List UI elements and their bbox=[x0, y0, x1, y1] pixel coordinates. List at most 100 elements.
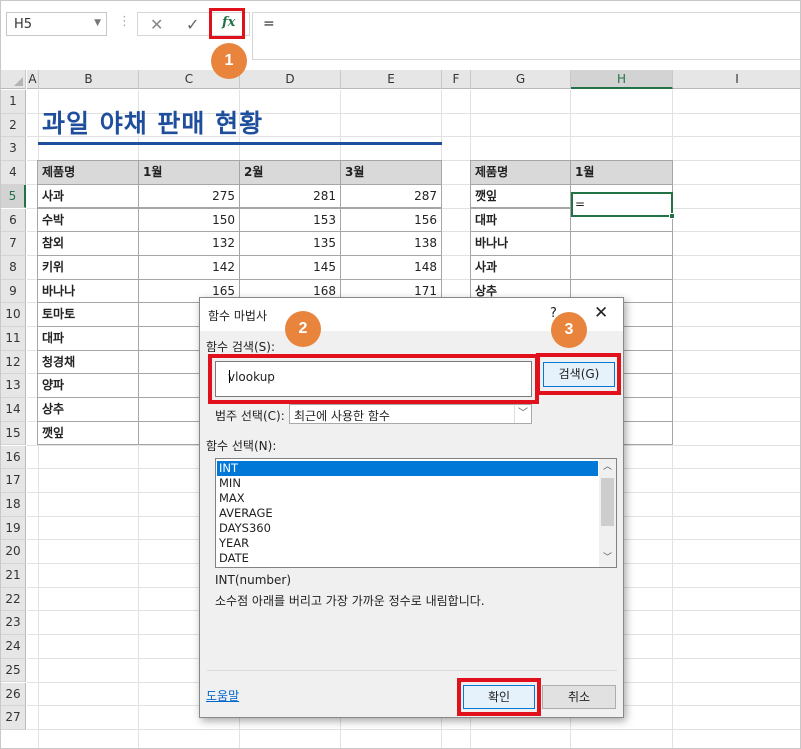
column-header-f[interactable]: F bbox=[442, 70, 471, 89]
row-header-14[interactable]: 14 bbox=[1, 398, 26, 422]
table-cell[interactable]: 바나나 bbox=[470, 231, 571, 256]
list-item[interactable]: MAX bbox=[217, 491, 598, 506]
table-cell[interactable]: 수박 bbox=[37, 207, 139, 233]
table-cell[interactable]: 142 bbox=[138, 254, 240, 280]
table-header-cell[interactable]: 1월 bbox=[570, 160, 673, 185]
name-box[interactable]: H5 ▼ bbox=[6, 12, 107, 36]
active-cell-h5[interactable]: = bbox=[571, 192, 675, 219]
row-header-23[interactable]: 23 bbox=[1, 611, 26, 636]
table-header-cell[interactable]: 제품명 bbox=[470, 160, 571, 185]
table-cell[interactable]: 상추 bbox=[37, 397, 139, 422]
cancel-button[interactable]: 취소 bbox=[542, 685, 616, 709]
column-header-d[interactable]: D bbox=[240, 70, 341, 89]
cancel-icon[interactable]: ✕ bbox=[150, 15, 163, 34]
table-cell[interactable] bbox=[570, 254, 673, 280]
enter-check-icon[interactable]: ✓ bbox=[186, 15, 199, 34]
table-header-cell[interactable]: 2월 bbox=[239, 160, 341, 185]
table-header-cell[interactable]: 제품명 bbox=[37, 160, 139, 185]
table-cell[interactable]: 깻잎 bbox=[470, 183, 571, 209]
chevron-down-icon[interactable]: ﹀ bbox=[514, 405, 531, 423]
table-cell[interactable]: 287 bbox=[340, 183, 442, 209]
row-header-17[interactable]: 17 bbox=[1, 469, 26, 493]
category-select[interactable]: 최근에 사용한 함수 ﹀ bbox=[289, 404, 532, 424]
list-item[interactable]: INT bbox=[217, 461, 598, 476]
row-header-27[interactable]: 27 bbox=[1, 706, 26, 730]
row-header-11[interactable]: 11 bbox=[1, 327, 26, 351]
table-cell[interactable]: 대파 bbox=[470, 207, 571, 233]
row-header-24[interactable]: 24 bbox=[1, 635, 26, 659]
row-header-15[interactable]: 15 bbox=[1, 421, 26, 446]
table-cell[interactable]: 145 bbox=[239, 254, 341, 280]
row-header-5[interactable]: 5 bbox=[1, 184, 26, 209]
table-cell[interactable]: 148 bbox=[340, 254, 442, 280]
row-header-1[interactable]: 1 bbox=[1, 90, 26, 114]
list-item[interactable]: DAYS360 bbox=[217, 521, 598, 536]
row-header-18[interactable]: 18 bbox=[1, 492, 26, 517]
scroll-up-icon[interactable]: ︿ bbox=[599, 459, 616, 476]
table-cell[interactable]: 사과 bbox=[470, 254, 571, 280]
row-header-8[interactable]: 8 bbox=[1, 255, 26, 280]
table-cell[interactable]: 키위 bbox=[37, 254, 139, 280]
fill-handle[interactable] bbox=[669, 213, 675, 219]
list-item[interactable]: DATE bbox=[217, 551, 598, 566]
table-header-cell[interactable]: 1월 bbox=[138, 160, 240, 185]
row-header-20[interactable]: 20 bbox=[1, 540, 26, 564]
table-cell[interactable]: 135 bbox=[239, 231, 341, 256]
row-header-19[interactable]: 19 bbox=[1, 516, 26, 541]
column-header-h[interactable]: H bbox=[571, 70, 673, 89]
table-header-cell[interactable]: 3월 bbox=[340, 160, 442, 185]
table-cell[interactable]: 토마토 bbox=[37, 302, 139, 327]
table-cell[interactable]: 사과 bbox=[37, 183, 139, 209]
row-header-10[interactable]: 10 bbox=[1, 303, 26, 327]
table-cell[interactable]: 바나나 bbox=[37, 278, 139, 304]
table-cell[interactable]: 156 bbox=[340, 207, 442, 233]
function-description: 소수점 아래를 버리고 가장 가까운 정수로 내림합니다. bbox=[215, 594, 485, 608]
row-header-22[interactable]: 22 bbox=[1, 587, 26, 612]
table-cell[interactable]: 청경채 bbox=[37, 349, 139, 375]
row-header-7[interactable]: 7 bbox=[1, 232, 26, 256]
list-item[interactable]: AVERAGE bbox=[217, 506, 598, 521]
row-header-2[interactable]: 2 bbox=[1, 113, 26, 138]
column-header-g[interactable]: G bbox=[471, 70, 571, 89]
row-header-25[interactable]: 25 bbox=[1, 658, 26, 683]
help-link[interactable]: 도움말 bbox=[206, 687, 239, 704]
row-header-13[interactable]: 13 bbox=[1, 374, 26, 399]
gridline bbox=[27, 728, 800, 730]
select-all-corner[interactable] bbox=[1, 70, 26, 89]
table-cell[interactable]: 참외 bbox=[37, 231, 139, 256]
more-options-icon[interactable]: ⋮ bbox=[118, 14, 131, 29]
table-cell[interactable]: 대파 bbox=[37, 326, 139, 351]
step-badge-2: 2 bbox=[285, 311, 321, 347]
column-header-i[interactable]: I bbox=[673, 70, 800, 89]
function-listbox[interactable]: INT MIN MAX AVERAGE DAYS360 YEAR DATE ︿ ﹀ bbox=[215, 458, 617, 568]
table-cell[interactable] bbox=[570, 231, 673, 256]
list-item[interactable]: YEAR bbox=[217, 536, 598, 551]
table-cell[interactable]: 깻잎 bbox=[37, 420, 139, 446]
table-cell[interactable]: 132 bbox=[138, 231, 240, 256]
table-cell[interactable]: 양파 bbox=[37, 373, 139, 399]
table-cell[interactable]: 275 bbox=[138, 183, 240, 209]
row-header-9[interactable]: 9 bbox=[1, 279, 26, 304]
column-header-e[interactable]: E bbox=[341, 70, 442, 89]
table-cell[interactable]: 150 bbox=[138, 207, 240, 233]
row-header-12[interactable]: 12 bbox=[1, 350, 26, 375]
table-cell[interactable]: 281 bbox=[239, 183, 341, 209]
table-cell[interactable]: 138 bbox=[340, 231, 442, 256]
highlight-box-ok bbox=[457, 678, 541, 716]
column-header-a[interactable]: A bbox=[27, 70, 39, 89]
row-header-6[interactable]: 6 bbox=[1, 208, 26, 233]
row-header-16[interactable]: 16 bbox=[1, 445, 26, 470]
scroll-thumb[interactable] bbox=[601, 478, 614, 526]
column-header-b[interactable]: B bbox=[39, 70, 139, 89]
formula-input[interactable]: = bbox=[252, 12, 800, 60]
table-cell[interactable]: 153 bbox=[239, 207, 341, 233]
row-header-21[interactable]: 21 bbox=[1, 564, 26, 588]
row-header-26[interactable]: 26 bbox=[1, 682, 26, 707]
close-icon[interactable]: ✕ bbox=[594, 303, 608, 323]
list-item[interactable]: MIN bbox=[217, 476, 598, 491]
row-header-4[interactable]: 4 bbox=[1, 161, 26, 185]
row-header-3[interactable]: 3 bbox=[1, 137, 26, 162]
scrollbar[interactable]: ︿ ﹀ bbox=[599, 459, 616, 567]
chevron-down-icon[interactable]: ▼ bbox=[94, 18, 101, 28]
scroll-down-icon[interactable]: ﹀ bbox=[599, 550, 616, 567]
